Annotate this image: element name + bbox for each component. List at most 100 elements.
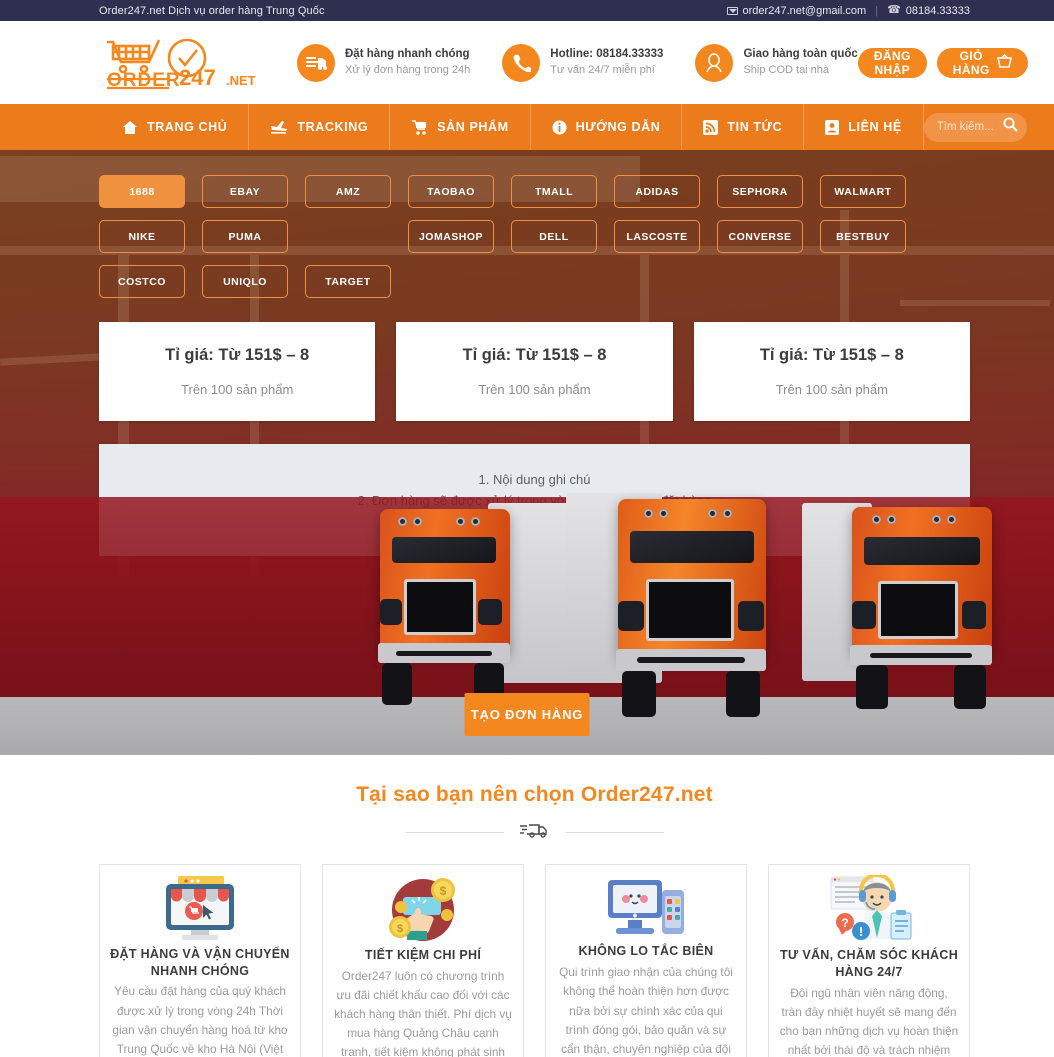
brand-tab-jomashop[interactable]: JOMASHOP — [408, 220, 494, 253]
section-divider — [99, 821, 970, 844]
note-line: 1. Nội dung ghi chú — [478, 471, 591, 487]
login-button[interactable]: ĐĂNG NHẬP — [857, 47, 927, 78]
truck-center — [566, 493, 766, 739]
phone-text: 08184.33333 — [905, 4, 970, 17]
divider-line-left — [405, 832, 504, 833]
delivery-person-icon — [695, 43, 734, 82]
nav-label: LIÊN HỆ — [848, 120, 902, 134]
brand-tab-dell[interactable]: DELL — [511, 220, 597, 253]
devices-happy-icon — [604, 875, 688, 941]
why-card: ĐẶT HÀNG VÀ VẬN CHUYỂN NHANH CHÓNG Yêu c… — [99, 864, 301, 1057]
rate-title: Tỉ giá: Từ 151$ – 8 — [462, 346, 607, 364]
home-icon — [122, 120, 138, 135]
top-bar-contacts: order247.net@gmail.com | ☎ 08184.33333 — [726, 4, 970, 17]
nav-item-san-pham[interactable]: SẢN PHẨM — [390, 104, 531, 150]
why-card-title: KHÔNG LO TẮC BIÊN — [578, 944, 714, 959]
why-card: KHÔNG LO TẮC BIÊN Qui trình giao nhận củ… — [545, 864, 747, 1057]
brand-tab-walmart[interactable]: WALMART — [820, 175, 906, 208]
search-icon[interactable] — [1003, 117, 1018, 137]
brand-tab-target[interactable]: TARGET — [305, 265, 391, 298]
brand-tabs: 1688 EBAY AMZ TAOBAO TMALL ADIDAS SEPHOR… — [99, 150, 970, 298]
nav-item-huong-dan[interactable]: HƯỚNG DẪN — [531, 104, 683, 150]
main-nav: TRANG CHỦ TRACKING SẢN PHẨM HƯỚNG DẪN TI… — [0, 104, 1054, 150]
brand-tab-tmall[interactable]: TMALL — [511, 175, 597, 208]
nav-item-tin-tuc[interactable]: TIN TỨC — [682, 104, 805, 150]
rate-subtitle: Trên 100 sản phẩm — [775, 382, 888, 397]
feature-title: Hotline: 08184.33333 — [550, 48, 664, 61]
create-order-button[interactable]: TẠO ĐƠN HÀNG — [464, 693, 590, 736]
mail-icon — [726, 6, 738, 15]
svg-text:?: ? — [841, 916, 848, 930]
brand-tab-adidas[interactable]: ADIDAS — [614, 175, 700, 208]
svg-text:ORDER: ORDER — [107, 70, 181, 91]
why-title: Tại sao bạn nên chọn Order247.net — [356, 783, 713, 806]
header-feature-delivery: Giao hàng toàn quốc Ship COD tại nhà — [695, 43, 858, 82]
brand-tab-lascoste[interactable]: LASCOSTE — [614, 220, 700, 253]
brand-tab-1688[interactable]: 1688 — [99, 175, 185, 208]
nav-label: HƯỚNG DẪN — [575, 120, 661, 134]
rate-subtitle: Trên 100 sản phẩm — [181, 382, 294, 397]
nav-item-tracking[interactable]: TRACKING — [249, 104, 391, 150]
save-money-icon: $ $ — [385, 875, 461, 945]
plane-icon — [270, 120, 288, 135]
header-features: Đặt hàng nhanh chóng Xử lý đơn hàng tron… — [297, 43, 858, 82]
rate-subtitle: Trên 100 sản phẩm — [478, 382, 591, 397]
brand-tab-bestbuy[interactable]: BESTBUY — [820, 220, 906, 253]
divider-line-right — [565, 832, 664, 833]
nav-label: TRANG CHỦ — [147, 120, 228, 134]
feature-subtitle: Ship COD tại nhà — [743, 63, 830, 76]
why-card: ? ! TƯ VẤN, CHĂM SÓC KHÁCH HÀNG 24/7 Đội… — [768, 864, 970, 1057]
brand-tab-taobao[interactable]: TAOBAO — [408, 175, 494, 208]
cart-button[interactable]: GIỎ HÀNG — [936, 47, 1028, 78]
brand-tab-costco[interactable]: COSTCO — [99, 265, 185, 298]
site-tagline: Order247.net Dịch vụ order hàng Trung Qu… — [99, 4, 325, 17]
email-text: order247.net@gmail.com — [742, 4, 867, 17]
brand-tab-nike[interactable]: NIKE — [99, 220, 185, 253]
brand-tab-sephora[interactable]: SEPHORA — [717, 175, 803, 208]
search-input[interactable] — [936, 121, 999, 133]
feature-title: Giao hàng toàn quốc — [743, 48, 858, 61]
header-buttons: ĐĂNG NHẬP GIỎ HÀNG — [857, 47, 1028, 78]
phone-contact[interactable]: ☎ 08184.33333 — [887, 5, 970, 17]
site-header: ORDER 247 .NET Đặt hàng nhanh chóng Xử l… — [0, 21, 1054, 104]
info-icon — [552, 120, 567, 135]
nav-item-trang-chu[interactable]: TRANG CHỦ — [99, 104, 250, 150]
brand-tab-amz[interactable]: AMZ — [305, 175, 391, 208]
search-box[interactable] — [923, 112, 1027, 142]
why-card-body: Order247 luôn có chương trình ưu đãi chi… — [334, 968, 512, 1057]
why-card-body: Qui trình giao nhận của chúng tôi không … — [559, 965, 733, 1056]
svg-text:$: $ — [440, 884, 447, 898]
site-logo[interactable]: ORDER 247 .NET — [99, 32, 269, 94]
contact-separator: | — [875, 4, 879, 17]
phone-icon — [502, 43, 541, 82]
brand-tab-puma[interactable]: PUMA — [202, 220, 288, 253]
rss-icon — [703, 119, 719, 135]
contact-card-icon — [825, 119, 840, 135]
hero-content: 1688 EBAY AMZ TAOBAO TMALL ADIDAS SEPHOR… — [0, 150, 1054, 556]
brand-tab-converse[interactable]: CONVERSE — [717, 220, 803, 253]
why-card-body: Đội ngũ nhân viên năng động, tràn đầy nh… — [779, 985, 959, 1057]
why-card-body: Yêu cầu đặt hàng của quý khách được xử l… — [112, 984, 288, 1056]
why-section: Tại sao bạn nên chọn Order247.net ĐẶT HÀ… — [0, 755, 1054, 1057]
rate-card: Tỉ giá: Từ 151$ – 8 Trên 100 sản phẩm — [99, 322, 376, 421]
rate-card: Tỉ giá: Từ 151$ – 8 Trên 100 sản phẩm — [396, 322, 673, 421]
top-bar: Order247.net Dịch vụ order hàng Trung Qu… — [0, 0, 1054, 21]
nav-label: SẢN PHẨM — [437, 120, 509, 134]
why-card-title: TƯ VẤN, CHĂM SÓC KHÁCH HÀNG 24/7 — [779, 948, 959, 979]
brand-tab-ebay[interactable]: EBAY — [202, 175, 288, 208]
basket-icon — [996, 53, 1012, 71]
cart-button-label: GIỎ HÀNG — [952, 48, 990, 77]
rate-cards: Tỉ giá: Từ 151$ – 8 Trên 100 sản phẩm Tỉ… — [99, 322, 970, 421]
rate-card: Tỉ giá: Từ 151$ – 8 Trên 100 sản phẩm — [693, 322, 970, 421]
nav-label: TRACKING — [297, 120, 369, 134]
why-card-title: TIẾT KIỆM CHI PHÍ — [364, 948, 482, 962]
brand-tab-uniqlo[interactable]: UNIQLO — [202, 265, 288, 298]
hero-section: 1688 EBAY AMZ TAOBAO TMALL ADIDAS SEPHOR… — [0, 150, 1054, 755]
page-root: Order247.net Dịch vụ order hàng Trung Qu… — [0, 0, 1054, 1057]
truck-fast-icon — [297, 43, 335, 82]
why-cards: ĐẶT HÀNG VÀ VẬN CHUYỂN NHANH CHÓNG Yêu c… — [99, 864, 970, 1057]
email-contact[interactable]: order247.net@gmail.com — [726, 4, 867, 17]
feature-title: Đặt hàng nhanh chóng — [345, 48, 470, 61]
svg-text:.NET: .NET — [226, 73, 256, 88]
nav-item-lien-he[interactable]: LIÊN HỆ — [804, 104, 924, 150]
